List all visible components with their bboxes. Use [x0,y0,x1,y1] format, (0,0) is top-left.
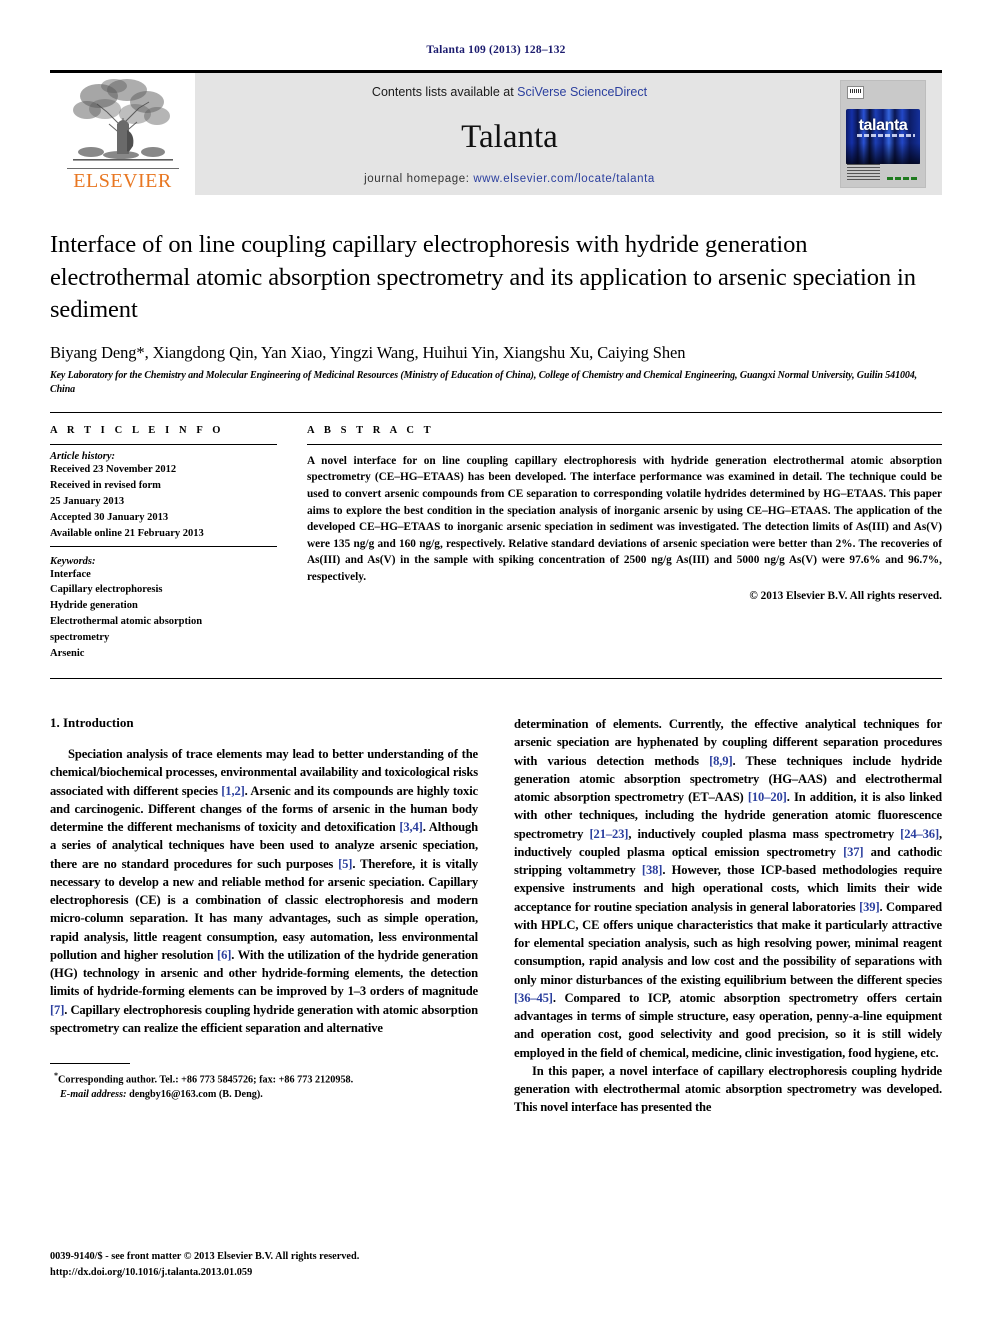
intro-paragraph-right-1: determination of elements. Currently, th… [514,715,942,1062]
abstract-copyright: © 2013 Elsevier B.V. All rights reserved… [749,590,942,603]
body-column-right: determination of elements. Currently, th… [514,715,942,1117]
abstract-rule [307,443,942,445]
doi-line[interactable]: http://dx.doi.org/10.1016/j.talanta.2013… [50,1265,359,1280]
keyword-item: Capillary electrophoresis [50,584,163,596]
text-run: . Therefore, it is vitally necessary to … [50,856,479,962]
paper-page: Talanta 109 (2013) 128–132 ELSEVIER Cont… [0,0,992,1323]
citation-ref[interactable]: [5] [338,857,352,871]
history-line: 25 January 2013 [50,495,125,507]
journal-cover-container: talanta [824,73,942,195]
article-history-label: Article history: [50,450,116,462]
affiliation: Key Laboratory for the Chemistry and Mol… [50,369,918,396]
masthead-center: Contents lists available at SciVerse Sci… [195,73,824,195]
citation-ref[interactable]: [39] [859,900,880,914]
title-block: Interface of on line coupling capillary … [50,229,942,398]
history-line: Accepted 30 January 2013 [50,511,169,523]
running-head: Talanta 109 (2013) 128–132 [426,44,566,56]
footnote-text: Corresponding author. Tel.: +86 773 5845… [58,1074,354,1086]
article-info-heading: A R T I C L E I N F O [50,424,225,436]
text-run: , inductively coupled plasma mass spectr… [628,826,901,841]
elsevier-logo: ELSEVIER [50,73,195,195]
citation-ref[interactable]: [36–45] [514,991,553,1005]
corresponding-author-note: *Corresponding author. Tel.: +86 773 584… [50,1070,478,1103]
legal-footer: 0039-9140/$ - see front matter © 2013 El… [50,1249,359,1280]
citation-ref[interactable]: [6] [217,948,231,962]
article-info-rule [50,443,277,445]
elsevier-tree-icon [69,76,177,168]
citation-ref[interactable]: [37] [843,845,864,859]
intro-paragraph-left: Speciation analysis of trace elements ma… [50,745,478,1037]
keyword-item: Arsenic [50,648,85,660]
sciencedirect-link[interactable]: SciVerse ScienceDirect [517,85,647,99]
abstract-heading: A B S T R A C T [307,424,435,436]
info-abstract-area: A R T I C L E I N F O Article history: R… [50,413,942,662]
info-divider-bottom [50,678,942,680]
citation-ref[interactable]: [7] [50,1003,64,1017]
citation-ref[interactable]: [21–23] [590,827,629,841]
keywords-rule [50,545,277,547]
history-line: Received 23 November 2012 [50,463,177,475]
keyword-item: Electrothermal atomic absorption [50,616,203,628]
cover-journal-title: talanta [858,117,908,134]
history-line: Received in revised form [50,479,161,491]
contents-prefix: Contents lists available at [371,85,518,99]
cover-subtitle-rule [857,134,915,137]
keyword-item: Interface [50,568,91,580]
page-title: Interface of on line coupling capillary … [50,231,916,324]
contents-available-line: Contents lists available at SciVerse Sci… [372,85,647,99]
homepage-prefix: journal homepage: [364,173,474,185]
issn-line: 0039-9140/$ - see front matter © 2013 El… [50,1251,360,1263]
citation-ref[interactable]: [1,2] [221,784,245,798]
keywords-block: Keywords: Interface Capillary electropho… [50,556,277,663]
keyword-item: Hydride generation [50,600,138,612]
citation-ref[interactable]: [10–20] [748,790,787,804]
text-run: . Capillary electrophoresis coupling hyd… [50,1002,478,1035]
journal-masthead: ELSEVIER Contents lists available at Sci… [50,70,942,195]
article-info-column: A R T I C L E I N F O Article history: R… [50,425,305,662]
intro-paragraph-right-2: In this paper, a novel interface of capi… [514,1063,942,1115]
keyword-item: spectrometry [50,632,110,644]
abstract-text: A novel interface for on line coupling c… [307,454,942,583]
elsevier-wordmark: ELSEVIER [66,168,179,191]
body-columns: 1. Introduction Speciation analysis of t… [50,715,942,1117]
barcode-icon [847,86,864,99]
section-title-introduction: 1. Introduction [50,715,134,731]
keywords-label: Keywords: [50,555,96,567]
author-list: Biyang Deng*, Xiangdong Qin, Yan Xiao, Y… [50,342,686,362]
citation-ref[interactable]: [38] [642,863,663,877]
email-label: E-mail address: [60,1089,127,1101]
citation-ref[interactable]: [8,9] [709,754,733,768]
abstract-column: A B S T R A C T A novel interface for on… [305,425,942,662]
footnote-divider [50,1063,130,1065]
body-column-left: 1. Introduction Speciation analysis of t… [50,715,478,1117]
text-run: . Compared to ICP, atomic absorption spe… [514,990,942,1060]
history-line: Available online 21 February 2013 [50,527,204,539]
journal-homepage-line: journal homepage: www.elsevier.com/locat… [364,173,655,185]
journal-cover-thumbnail: talanta [840,80,926,188]
journal-homepage-link[interactable]: www.elsevier.com/locate/talanta [473,173,655,185]
citation-ref[interactable]: [3,4] [399,820,423,834]
email-address[interactable]: dengby16@163.com (B. Deng). [127,1089,263,1100]
footnote-block: *Corresponding author. Tel.: +86 773 584… [50,1063,478,1103]
journal-title: Talanta [461,118,558,155]
citation-ref[interactable]: [24–36] [900,827,939,841]
cover-footer [847,164,919,182]
